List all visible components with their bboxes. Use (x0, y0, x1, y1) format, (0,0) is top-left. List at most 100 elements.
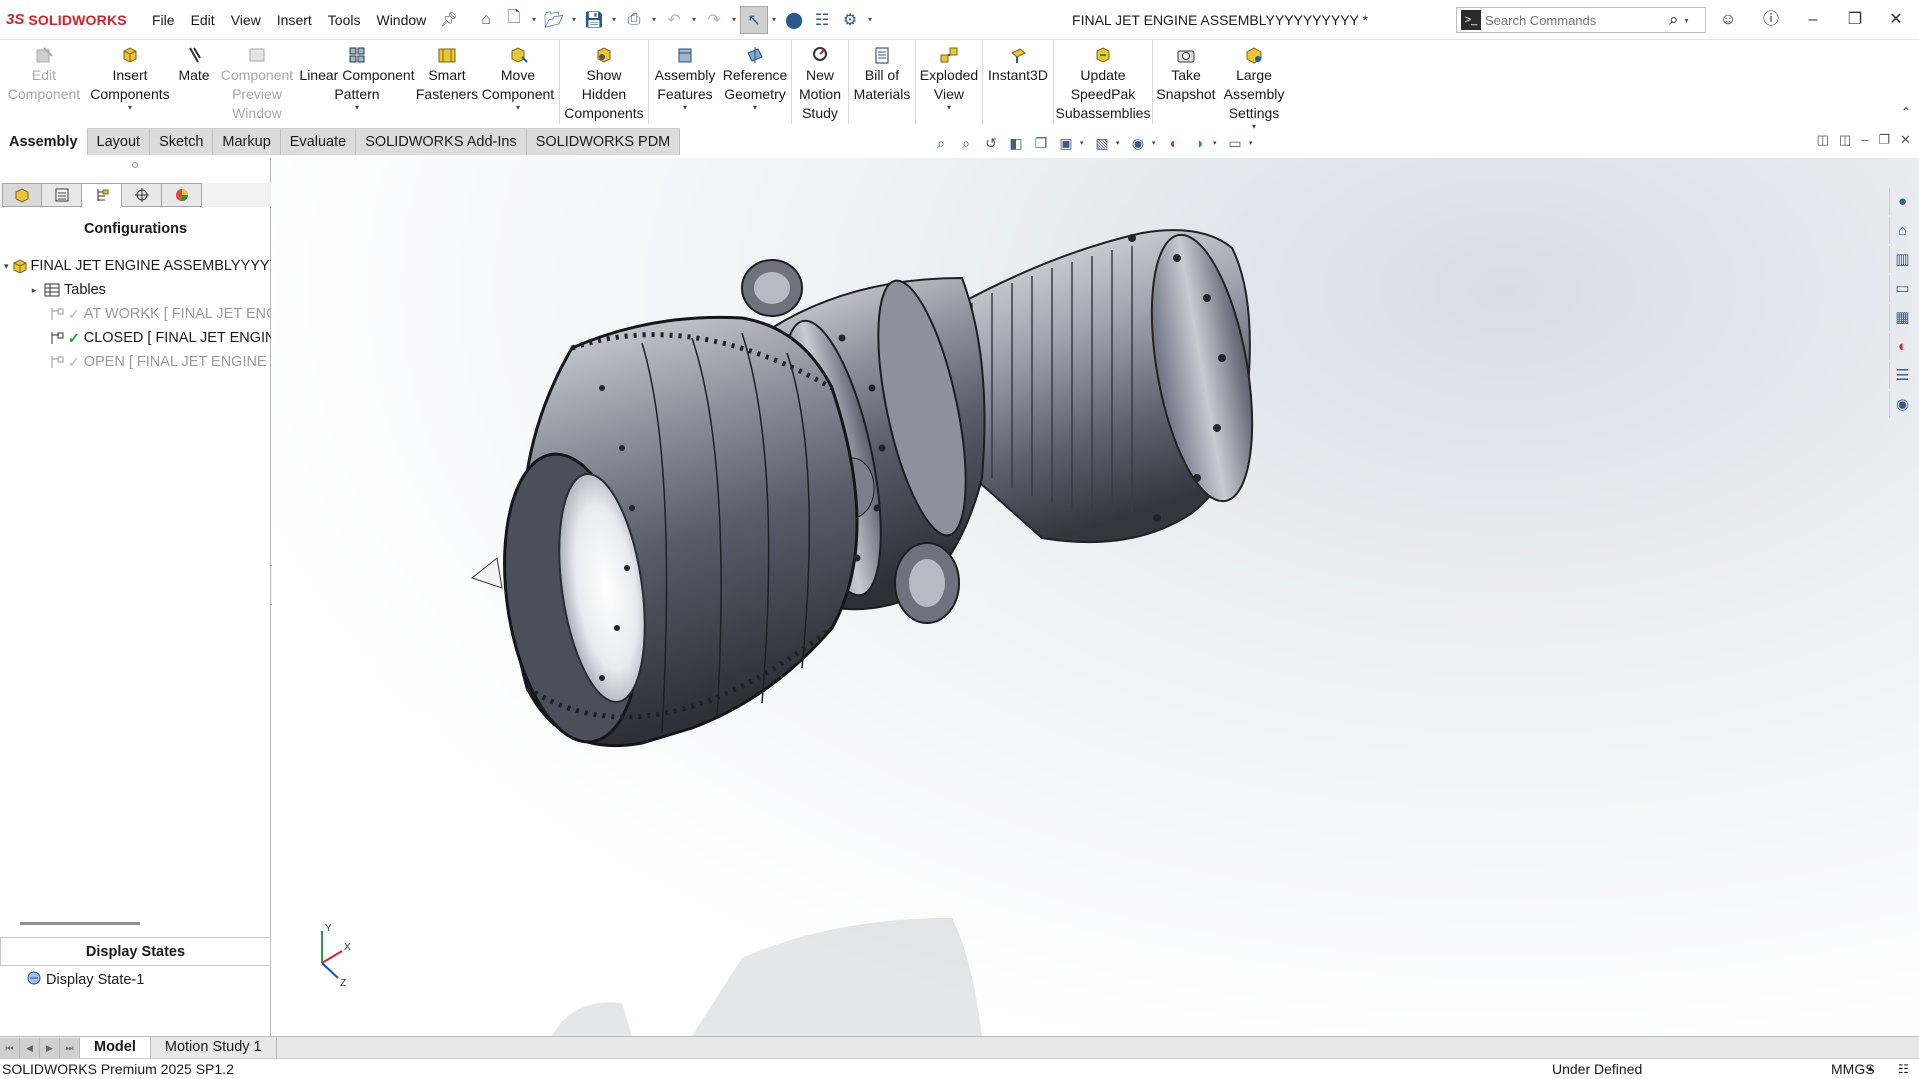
tab-evaluate[interactable]: Evaluate (280, 128, 357, 155)
appearances-icon[interactable]: ◐ (1889, 333, 1915, 360)
file-properties-icon[interactable]: ☷ (808, 6, 836, 34)
home-icon[interactable]: ⌂ (472, 6, 500, 34)
linear-pattern-button[interactable]: Linear Component Pattern ▾ (298, 40, 416, 125)
tab-layout[interactable]: Layout (87, 128, 151, 155)
undo-dropdown-icon[interactable]: ▾ (688, 15, 700, 24)
menu-insert[interactable]: Insert (269, 0, 320, 40)
search-dropdown-icon[interactable]: ▾ (1685, 16, 1689, 25)
large-assembly-settings-button[interactable]: Large Assembly Settings ▾ (1218, 40, 1290, 131)
menu-window[interactable]: Window (368, 0, 434, 40)
edit-appearance-icon[interactable]: ◐ (1163, 132, 1185, 154)
smart-fasteners-button[interactable]: Smart Fasteners (416, 40, 478, 125)
show-hidden-button[interactable]: Show Hidden Components (561, 40, 647, 125)
collapse-icon[interactable]: ▾ (4, 261, 9, 272)
doc-close-icon[interactable]: ✕ (1900, 132, 1911, 148)
exploded-view-dropdown-icon[interactable]: ▾ (947, 104, 951, 112)
select-pointer-icon[interactable]: ↖ (740, 5, 769, 34)
property-manager-tab-icon[interactable] (42, 183, 82, 207)
reference-geometry-button[interactable]: Reference Geometry ▾ (720, 40, 790, 125)
minimize-icon[interactable]: – (1801, 9, 1825, 31)
graphics-area[interactable]: Y X Z ● ⌂ ▥ ▭ ▦ ◐ ☰ ◉ (272, 158, 1919, 1036)
units-dropdown-icon[interactable]: ▴ (1868, 1059, 1873, 1079)
view-orientation-dropdown-icon[interactable]: ▾ (1080, 139, 1088, 147)
feature-tree-tab-icon[interactable] (2, 183, 42, 207)
apply-scene-icon[interactable]: ◑ (1188, 132, 1210, 154)
tree-root[interactable]: ▾ FINAL JET ENGINE ASSEMBLYYYYYYYYYYY (0, 254, 271, 278)
file-explorer-icon[interactable]: ▭ (1889, 275, 1915, 302)
menu-edit[interactable]: Edit (183, 0, 223, 40)
insert-components-button[interactable]: Insert Components ▾ (88, 40, 172, 125)
config-item-at-workk[interactable]: ✓ AT WORKK [ FINAL JET ENGINE ASSEMBLYYY… (0, 302, 271, 326)
tab-sketch[interactable]: Sketch (150, 128, 214, 155)
options-gear-icon[interactable]: ⚙ (836, 6, 864, 34)
menu-view[interactable]: View (223, 0, 269, 40)
custom-properties-icon[interactable]: ☰ (1889, 362, 1915, 389)
apply-scene-dropdown-icon[interactable]: ▾ (1213, 139, 1221, 147)
help-icon[interactable]: ⓘ (1759, 9, 1783, 31)
new-document-icon[interactable]: 🗋︎ (500, 6, 528, 34)
search-commands[interactable]: >_ ⌕ ▾ (1456, 7, 1706, 33)
prev-tab-icon[interactable]: ◀ (20, 1037, 40, 1058)
design-library-icon[interactable]: ▥ (1889, 246, 1915, 273)
configuration-manager-tab-icon[interactable] (82, 183, 122, 207)
move-component-button[interactable]: Move Component ▾ (478, 40, 558, 125)
display-state-item[interactable]: Display State-1 (26, 970, 144, 990)
pin-menu-icon[interactable]: 📌︎ (434, 11, 464, 28)
linear-pattern-dropdown-icon[interactable]: ▾ (355, 104, 359, 112)
edit-component-button[interactable]: Edit Component (0, 40, 88, 125)
tree-item-tables[interactable]: ▸ Tables (0, 278, 271, 302)
dimxpert-tab-icon[interactable] (122, 183, 162, 207)
next-tab-icon[interactable]: ▶ (40, 1037, 60, 1058)
jet-engine-model[interactable] (272, 158, 1919, 1036)
take-snapshot-button[interactable]: Take Snapshot (1154, 40, 1218, 125)
mate-button[interactable]: Mate (172, 40, 216, 125)
search-input[interactable] (1485, 12, 1665, 28)
new-dropdown-icon[interactable]: ▾ (528, 15, 540, 24)
instant3d-button[interactable]: Instant3D (984, 40, 1052, 125)
tab-assembly[interactable]: Assembly (0, 128, 88, 155)
tile-left-icon[interactable]: ◫ (1817, 132, 1829, 148)
account-icon[interactable]: ☺ (1716, 9, 1740, 31)
doc-restore-icon[interactable]: ❐ (1878, 132, 1890, 148)
display-style-dropdown-icon[interactable]: ▾ (1116, 139, 1124, 147)
home-icon[interactable]: ⌂ (1889, 217, 1915, 244)
tab-addins[interactable]: SOLIDWORKS Add-Ins (356, 128, 527, 155)
move-component-dropdown-icon[interactable]: ▾ (516, 104, 520, 112)
tab-markup[interactable]: Markup (213, 128, 281, 155)
redo-icon[interactable]: ↷ (700, 6, 728, 34)
tab-model[interactable]: Model (80, 1037, 151, 1058)
panel-splitter[interactable] (20, 922, 140, 925)
hide-show-items-icon[interactable]: ◉ (1127, 132, 1149, 154)
first-tab-icon[interactable]: ⏮ (0, 1037, 20, 1058)
panel-grip[interactable] (132, 162, 138, 168)
print-dropdown-icon[interactable]: ▾ (648, 15, 660, 24)
solidworks-logo[interactable]: 3S SOLIDWORKS (0, 0, 130, 40)
zoom-to-fit-icon[interactable]: ⌕ (930, 132, 952, 154)
reference-geometry-dropdown-icon[interactable]: ▾ (753, 104, 757, 112)
save-icon[interactable]: 💾︎ (580, 6, 608, 34)
doc-minimize-icon[interactable]: – (1861, 132, 1868, 148)
bill-of-materials-button[interactable]: Bill of Materials (850, 40, 914, 125)
large-assembly-dropdown-icon[interactable]: ▾ (1252, 123, 1256, 131)
expand-icon[interactable]: ▸ (28, 285, 40, 296)
save-dropdown-icon[interactable]: ▾ (608, 15, 620, 24)
collapse-ribbon-icon[interactable]: ⌃ (1901, 105, 1911, 119)
insert-components-dropdown-icon[interactable]: ▾ (128, 104, 132, 112)
select-dropdown-icon[interactable]: ▾ (768, 15, 780, 24)
menu-file[interactable]: File (144, 0, 183, 40)
display-style-icon[interactable]: ▧ (1091, 132, 1113, 154)
view-palette-icon[interactable]: ▦ (1889, 304, 1915, 331)
assembly-features-dropdown-icon[interactable]: ▾ (683, 104, 687, 112)
update-speedpak-button[interactable]: Update SpeedPak Subassemblies (1055, 40, 1151, 125)
view-orientation-icon[interactable]: ▣ (1055, 132, 1077, 154)
display-manager-tab-icon[interactable] (162, 183, 202, 207)
open-icon[interactable]: 📂︎ (540, 6, 568, 34)
new-motion-study-button[interactable]: New Motion Study (793, 40, 847, 125)
component-preview-button[interactable]: Component Preview Window (216, 40, 298, 125)
previous-view-icon[interactable]: ↺ (980, 132, 1002, 154)
last-tab-icon[interactable]: ⏭ (60, 1037, 80, 1058)
traffic-light-icon[interactable]: ⬤ (780, 6, 808, 34)
undo-icon[interactable]: ↶ (660, 6, 688, 34)
tile-right-icon[interactable]: ◫ (1839, 132, 1851, 148)
close-icon[interactable]: ✕ (1884, 9, 1908, 31)
